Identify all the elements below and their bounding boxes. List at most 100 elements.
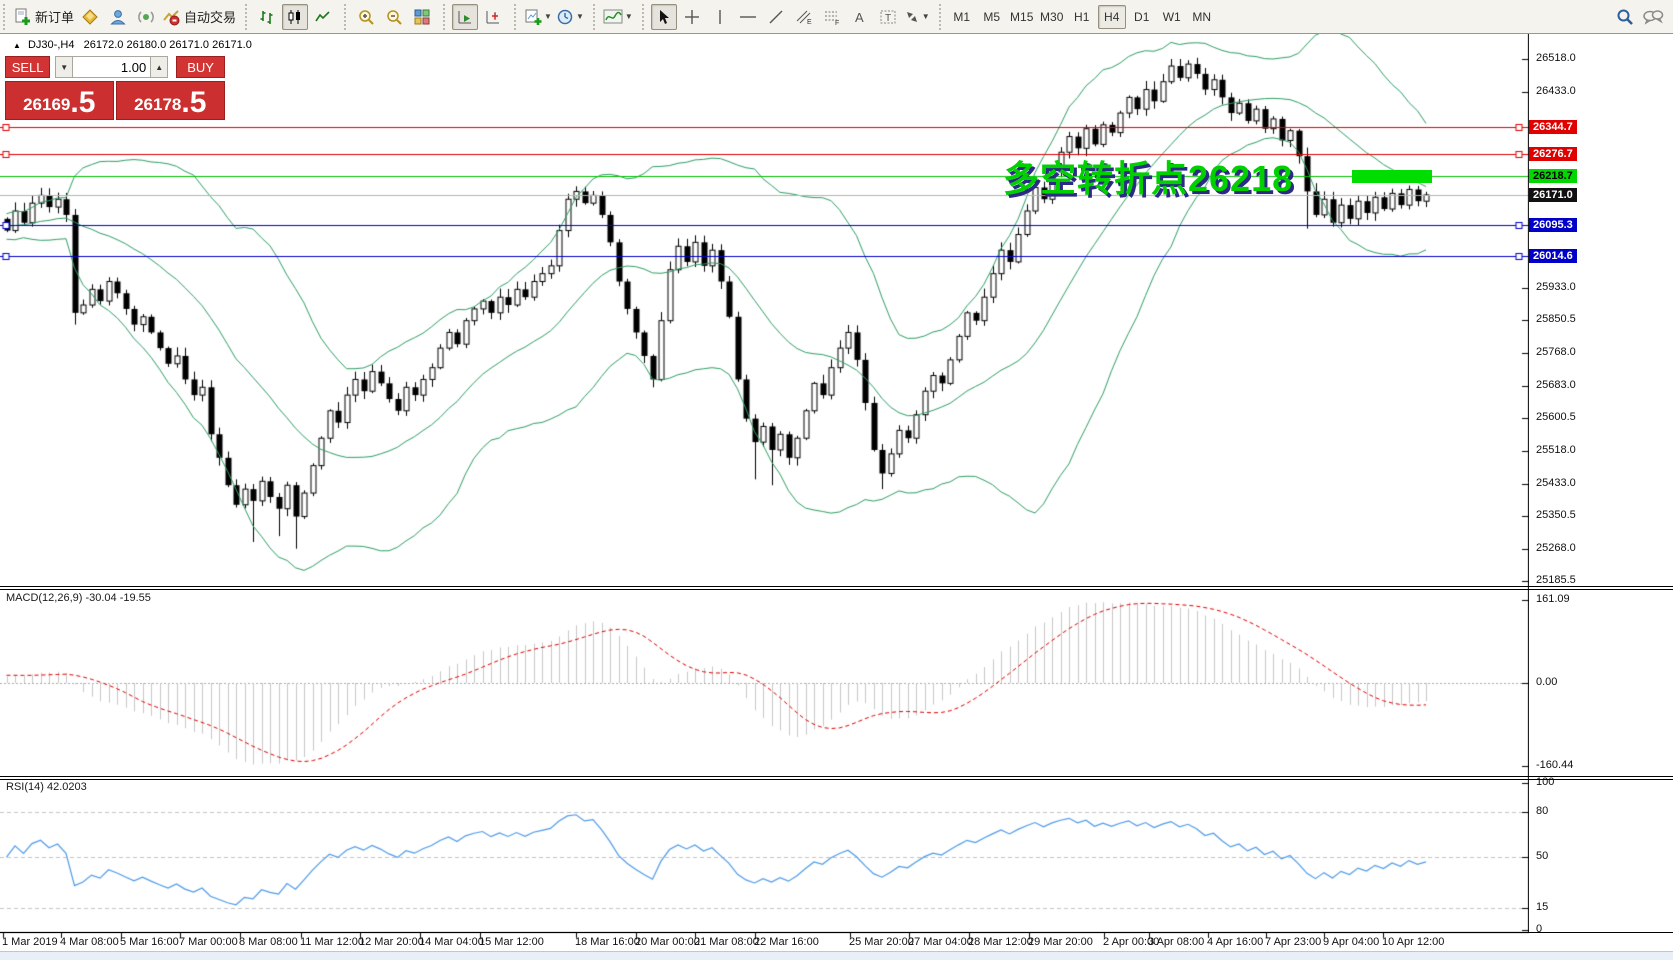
cursor-button[interactable] bbox=[651, 4, 677, 30]
toolbar-group-objects: E F A T ▼ bbox=[642, 4, 936, 30]
x-axis-label: 22 Mar 16:00 bbox=[754, 936, 819, 948]
green-highlight-bar[interactable] bbox=[1352, 170, 1432, 183]
macd-axis-tick: 161.09 bbox=[1536, 593, 1570, 605]
chart-shift-button[interactable] bbox=[480, 4, 506, 30]
text-icon: A bbox=[852, 9, 868, 25]
period-button[interactable]: ▼ bbox=[555, 4, 585, 30]
chevron-down-icon: ▼ bbox=[922, 12, 930, 21]
main-toolbar: 新订单 自动交易 bbox=[0, 0, 1673, 34]
pane-separator[interactable] bbox=[0, 589, 1673, 590]
pivot-annotation-text[interactable]: 多空转折点26218 bbox=[1003, 150, 1293, 202]
rsi-axis-tick: 100 bbox=[1536, 776, 1554, 788]
chat-icon bbox=[1642, 7, 1664, 27]
pane-separator[interactable] bbox=[0, 779, 1673, 780]
search-icon bbox=[1615, 7, 1635, 27]
x-axis-label: 5 Mar 16:00 bbox=[120, 936, 179, 948]
sell-price-frac: .5 bbox=[70, 88, 95, 118]
crosshair-button[interactable] bbox=[679, 4, 705, 30]
toolbar-group-chart-type bbox=[245, 4, 341, 30]
line-chart-icon bbox=[314, 8, 332, 26]
timeframe-button-M15[interactable]: M15 bbox=[1008, 5, 1036, 29]
volume-decrease-button[interactable]: ▼ bbox=[55, 56, 73, 78]
horizontal-line-button[interactable] bbox=[735, 4, 761, 30]
volume-input[interactable] bbox=[73, 56, 150, 78]
x-axis-label: 29 Mar 20:00 bbox=[1028, 936, 1093, 948]
text-label-button[interactable]: T bbox=[875, 4, 901, 30]
vertical-line-button[interactable] bbox=[707, 4, 733, 30]
line-chart-button[interactable] bbox=[310, 4, 336, 30]
text-button[interactable]: A bbox=[847, 4, 873, 30]
text-label-icon: T bbox=[879, 9, 897, 25]
timeframe-button-H1[interactable]: H1 bbox=[1068, 5, 1096, 29]
equidistant-channel-icon: E bbox=[795, 9, 813, 25]
timeframe-button-MN[interactable]: MN bbox=[1188, 5, 1216, 29]
indicators-button[interactable]: ▼ bbox=[602, 4, 634, 30]
sell-button[interactable]: SELL bbox=[5, 56, 50, 78]
volume-increase-button[interactable]: ▲ bbox=[150, 56, 168, 78]
one-click-trading-panel: SELL ▼ ▲ BUY 26169 .5 26178 .5 bbox=[5, 56, 225, 120]
sell-price-box[interactable]: 26169 .5 bbox=[5, 81, 114, 120]
arrows-button[interactable]: ▼ bbox=[903, 4, 931, 30]
svg-text:A: A bbox=[855, 10, 864, 25]
timeframe-button-D1[interactable]: D1 bbox=[1128, 5, 1156, 29]
bar-chart-button[interactable] bbox=[254, 4, 280, 30]
pane-separator[interactable] bbox=[0, 586, 1673, 587]
x-axis-label: 18 Mar 16:00 bbox=[575, 936, 640, 948]
pane-separator[interactable] bbox=[0, 776, 1673, 777]
timeframe-button-M30[interactable]: M30 bbox=[1038, 5, 1066, 29]
new-chart-button[interactable]: ▼ bbox=[523, 4, 553, 30]
symbol-triangle-icon: ▲ bbox=[13, 41, 21, 50]
timeframe-button-W1[interactable]: W1 bbox=[1158, 5, 1186, 29]
search-button[interactable] bbox=[1612, 4, 1638, 30]
timeframe-button-M1[interactable]: M1 bbox=[948, 5, 976, 29]
profile-button[interactable] bbox=[105, 4, 131, 30]
timeframe-button-H4[interactable]: H4 bbox=[1098, 5, 1126, 29]
zoom-out-button[interactable] bbox=[381, 4, 407, 30]
equidistant-channel-button[interactable]: E bbox=[791, 4, 817, 30]
auto-trading-button[interactable]: 自动交易 bbox=[161, 4, 237, 30]
sell-price-main: 26169 bbox=[23, 92, 70, 118]
trendline-button[interactable] bbox=[763, 4, 789, 30]
price-axis-tick: 25185.5 bbox=[1536, 574, 1576, 586]
svg-text:E: E bbox=[807, 19, 812, 25]
price-axis-tick: 26433.0 bbox=[1536, 85, 1576, 97]
buy-button[interactable]: BUY bbox=[176, 56, 225, 78]
price-axis-tick: 25350.5 bbox=[1536, 509, 1576, 521]
price-level-tag: 26014.6 bbox=[1529, 249, 1577, 263]
auto-scroll-button[interactable] bbox=[452, 4, 478, 30]
chart-canvas[interactable] bbox=[0, 33, 1529, 951]
vertical-line-icon bbox=[713, 9, 727, 25]
chat-button[interactable] bbox=[1640, 4, 1666, 30]
tile-windows-button[interactable] bbox=[409, 4, 435, 30]
zoom-in-button[interactable] bbox=[353, 4, 379, 30]
x-axis-label: 4 Mar 08:00 bbox=[60, 936, 119, 948]
toolbar-group-new: ▼ ▼ bbox=[514, 4, 590, 30]
fibonacci-button[interactable]: F bbox=[819, 4, 845, 30]
price-level-tag: 26095.3 bbox=[1529, 218, 1577, 232]
new-order-icon bbox=[13, 8, 31, 26]
x-axis-label: 7 Apr 23:00 bbox=[1265, 936, 1321, 948]
price-level-tag: 26171.0 bbox=[1529, 188, 1577, 202]
x-axis-label: 7 Mar 00:00 bbox=[179, 936, 238, 948]
timeframe-button-M5[interactable]: M5 bbox=[978, 5, 1006, 29]
svg-text:F: F bbox=[835, 20, 839, 25]
buy-price-main: 26178 bbox=[134, 92, 181, 118]
mt4-terminal: { "toolbar": { "new_order_label": "新订单",… bbox=[0, 0, 1673, 959]
signals-button[interactable] bbox=[133, 4, 159, 30]
new-order-button[interactable]: 新订单 bbox=[12, 4, 75, 30]
bar-chart-icon bbox=[258, 8, 276, 26]
gold-button[interactable] bbox=[77, 4, 103, 30]
buy-price-box[interactable]: 26178 .5 bbox=[116, 81, 226, 120]
price-axis-tick: 25850.5 bbox=[1536, 313, 1576, 325]
price-axis-tick: 25433.0 bbox=[1536, 477, 1576, 489]
price-axis-column[interactable]: 26518.026433.025933.025850.525768.025683… bbox=[1529, 33, 1673, 951]
zoom-out-icon bbox=[385, 8, 403, 26]
chevron-down-icon: ▼ bbox=[576, 12, 584, 21]
toolbar-group-zoom bbox=[344, 4, 440, 30]
price-axis-tick: 25768.0 bbox=[1536, 346, 1576, 358]
toolbar-group-trade: 新订单 自动交易 bbox=[3, 4, 242, 30]
price-axis-tick: 25933.0 bbox=[1536, 281, 1576, 293]
candlestick-chart-button[interactable] bbox=[282, 4, 308, 30]
price-level-tag: 26218.7 bbox=[1529, 169, 1577, 183]
horizontal-line-icon bbox=[739, 9, 757, 25]
